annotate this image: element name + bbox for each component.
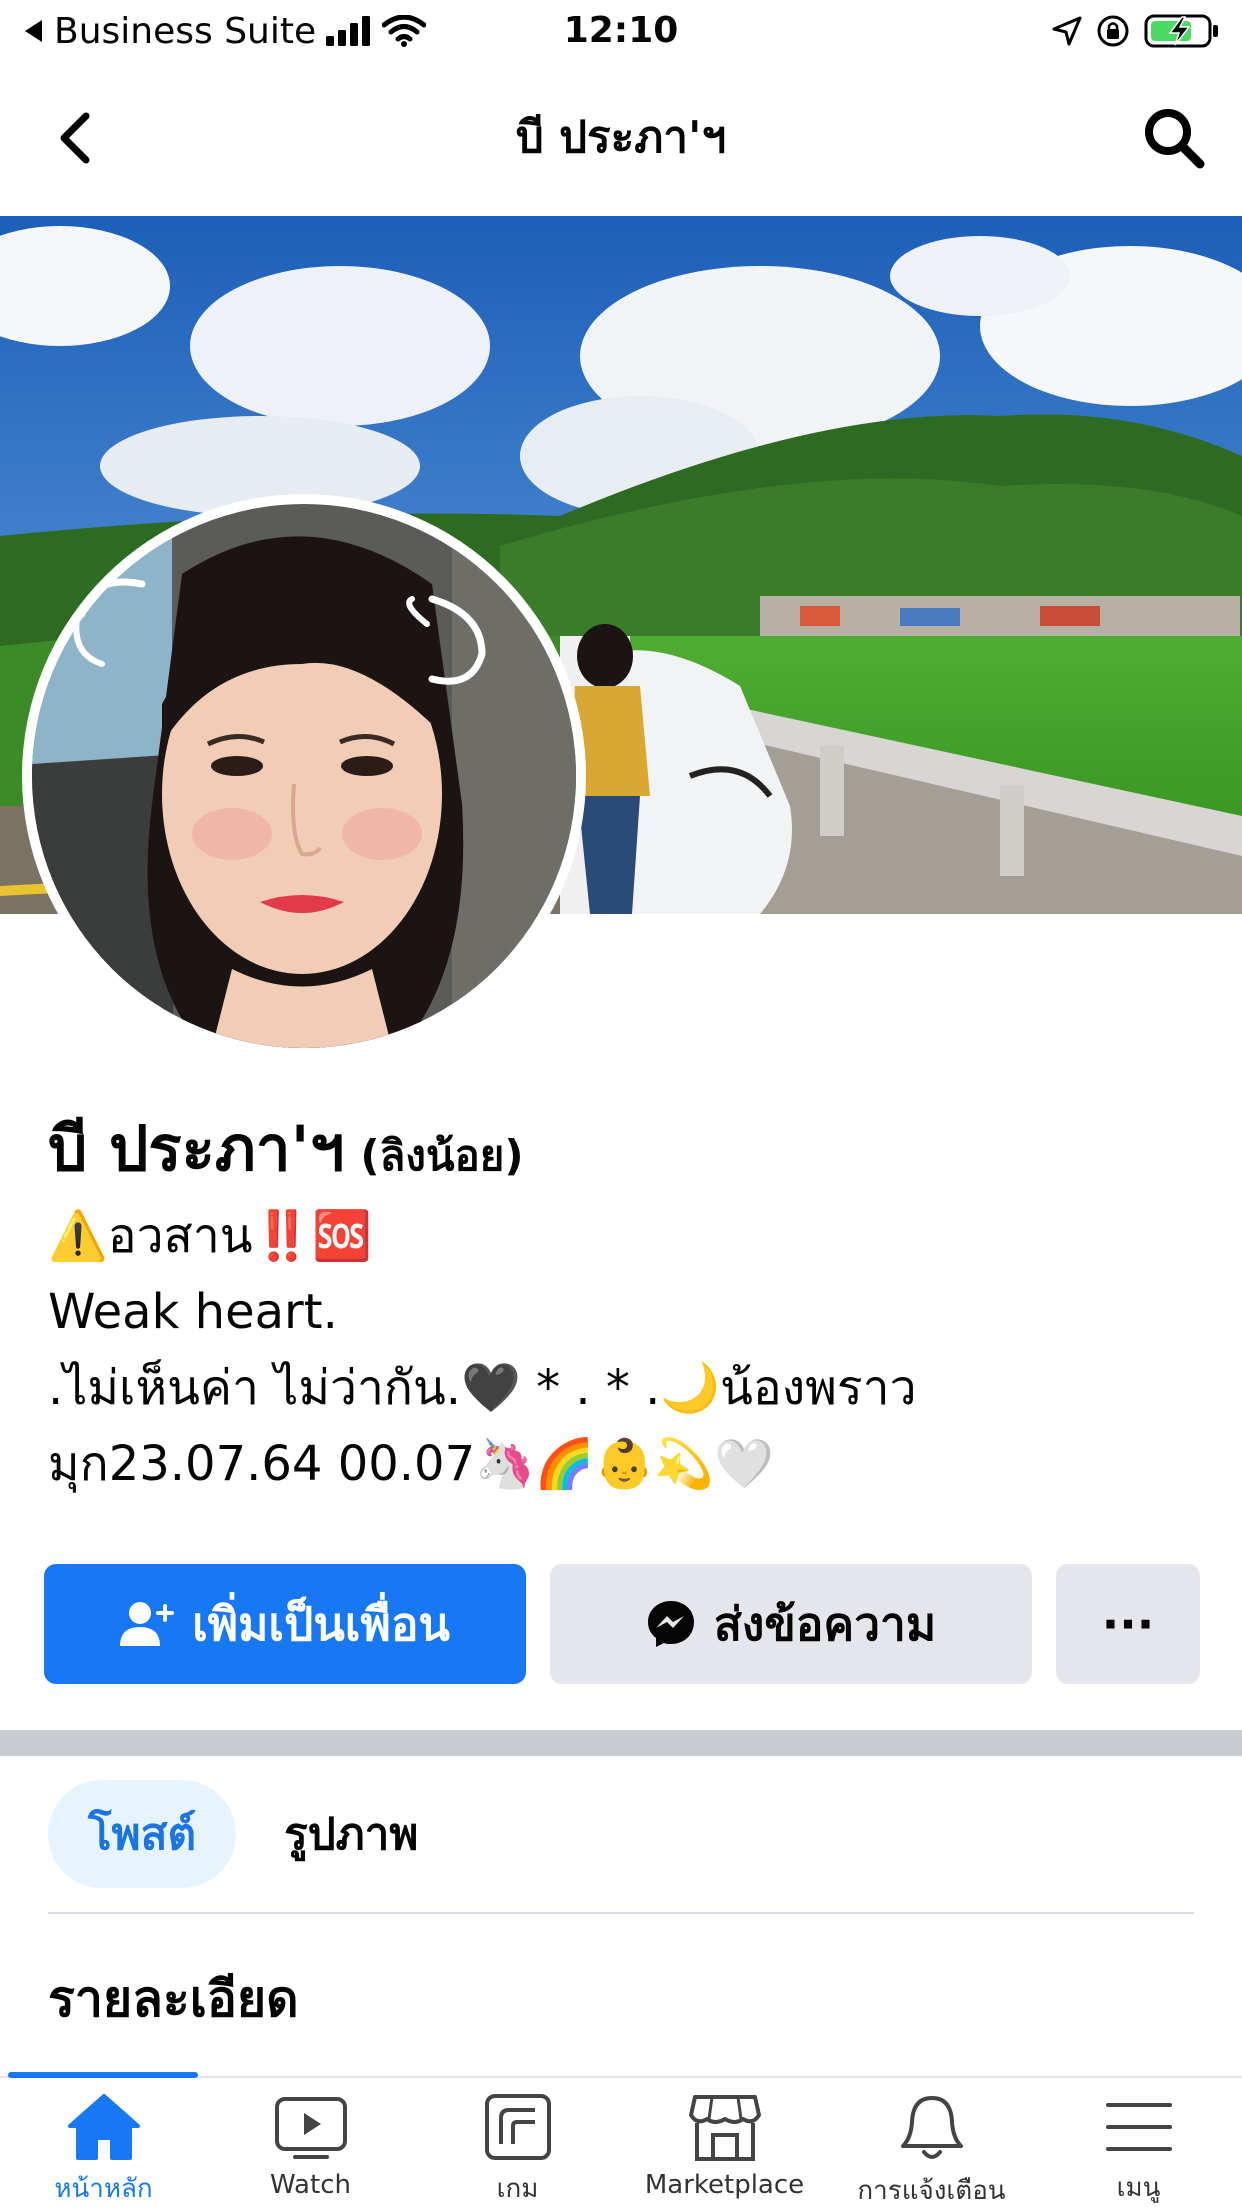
navigation-bar: บี ประภา'ฯ — [0, 70, 1242, 206]
location-icon — [1052, 16, 1082, 46]
search-icon — [1145, 109, 1205, 169]
page-title: บี ประภา'ฯ — [515, 112, 727, 163]
menu-icon — [1105, 2102, 1172, 2151]
profile-name-main: บี ประภา'ฯ — [48, 1112, 345, 1185]
bio-line: ⚠️อวสาน‼️🆘 — [48, 1208, 373, 1264]
messenger-icon — [647, 1601, 694, 1647]
bio-line: Weak heart. — [48, 1284, 338, 1340]
gaming-icon — [484, 2094, 551, 2160]
tabbar-notifications-label: การแจ้งเตือน — [857, 2176, 1006, 2206]
battery-charging-icon — [1144, 14, 1218, 48]
chevron-left-icon — [60, 112, 90, 164]
tab-posts[interactable]: โพสต์ — [48, 1780, 237, 1888]
status-bar: Business Suite 12:10 — [0, 0, 1242, 62]
bio-line: .ไม่เห็นค่า ไม่ว่ากัน.🖤 * . * .🌙น้องพราว — [48, 1360, 917, 1416]
message-button[interactable]: ส่งข้อความ — [550, 1564, 1032, 1684]
profile-name: บี ประภา'ฯ (ลิงน้อย) — [48, 1100, 524, 1198]
profile-bio: ⚠️อวสาน‼️🆘 Weak heart. .ไม่เห็นค่า ไม่ว่… — [48, 1198, 1208, 1502]
tab-photos[interactable]: รูปภาพ — [272, 1780, 430, 1888]
tabbar-watch-label: Watch — [270, 2170, 351, 2200]
profile-avatar[interactable] — [22, 494, 586, 1058]
tabbar-marketplace[interactable]: Marketplace — [621, 2092, 828, 2208]
bio-line: มุก23.07.64 00.07🦄🌈👶💫🤍 — [48, 1436, 774, 1492]
profile-tabs: โพสต์ รูปภาพ — [48, 1780, 430, 1888]
marketplace-icon — [688, 2095, 761, 2161]
profile-name-alternate: (ลิงน้อย) — [360, 1131, 524, 1180]
tabbar-home-label: หน้าหลัก — [54, 2174, 153, 2204]
tabs-divider — [48, 1912, 1194, 1914]
message-label: ส่งข้อความ — [713, 1596, 937, 1651]
tabbar-menu-label: เมนู — [1116, 2173, 1161, 2203]
tabbar-menu[interactable]: เมนู — [1035, 2092, 1242, 2208]
tabbar-watch[interactable]: Watch — [207, 2092, 414, 2208]
watch-icon — [274, 2097, 347, 2159]
home-icon — [67, 2094, 140, 2160]
bottom-tab-bar: หน้าหลัก Watch เกม Marketplace การแจ้งเต… — [0, 2072, 1242, 2208]
tabbar-gaming[interactable]: เกม — [414, 2092, 621, 2208]
add-friend-button[interactable]: เพิ่มเป็นเพื่อน — [44, 1564, 526, 1684]
more-options-button[interactable]: ··· — [1056, 1564, 1200, 1684]
section-divider — [0, 1730, 1242, 1756]
details-heading: รายละเอียด — [48, 1970, 299, 2028]
back-button[interactable] — [40, 104, 108, 172]
tabbar-marketplace-label: Marketplace — [644, 2170, 805, 2200]
add-friend-icon — [120, 1602, 175, 1646]
rotation-lock-icon — [1097, 15, 1129, 47]
tabbar-notifications[interactable]: การแจ้งเตือน — [828, 2092, 1035, 2208]
search-button[interactable] — [1140, 104, 1208, 172]
avatar-photo — [32, 504, 576, 1048]
active-tab-indicator — [8, 2072, 198, 2078]
profile-actions: เพิ่มเป็นเพื่อน ส่งข้อความ ··· — [44, 1564, 1200, 1684]
add-friend-label: เพิ่มเป็นเพื่อน — [192, 1596, 450, 1651]
tabbar-home[interactable]: หน้าหลัก — [0, 2092, 207, 2208]
tabbar-gaming-label: เกม — [496, 2174, 539, 2204]
bell-icon — [900, 2096, 963, 2159]
more-options-icon: ··· — [1101, 1597, 1155, 1651]
